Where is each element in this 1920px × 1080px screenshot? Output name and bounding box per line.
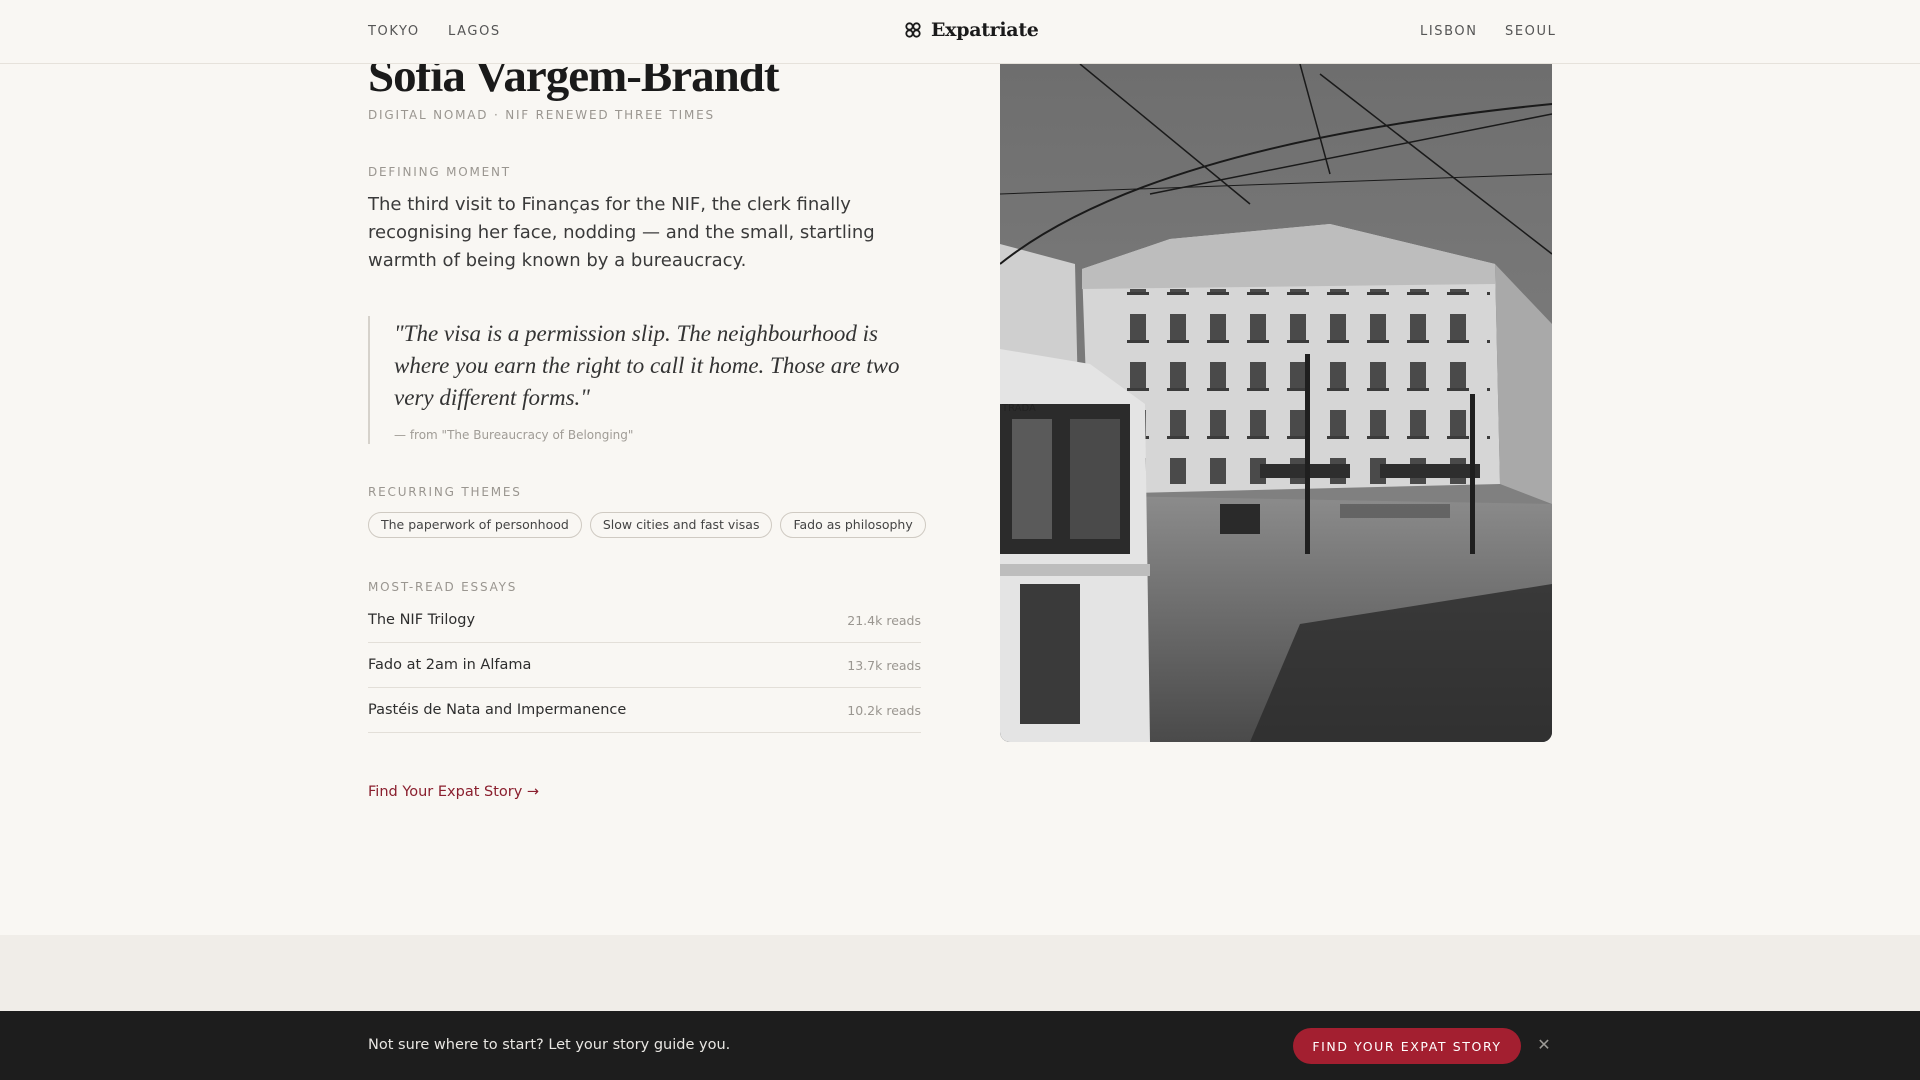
theme-tag[interactable]: The paperwork of personhood xyxy=(368,512,582,538)
themes-label: RECURRING THEMES xyxy=(368,485,522,499)
tram-sign: TRADA xyxy=(1001,403,1036,414)
profile-subtitle: DIGITAL NOMAD · NIF RENEWED THREE TIMES xyxy=(368,108,715,122)
profile-photo: TRADA xyxy=(1000,64,1552,742)
nav-link-tokyo[interactable]: TOKYO xyxy=(368,24,420,39)
defining-moment-label: DEFINING MOMENT xyxy=(368,165,511,179)
footer-band xyxy=(0,935,1920,1011)
brand-icon xyxy=(905,22,921,38)
nav-link-lagos[interactable]: LAGOS xyxy=(448,24,501,39)
lisbon-street-photo: TRADA xyxy=(1000,64,1552,742)
brand-logo[interactable]: Expatriate xyxy=(905,19,1039,41)
quote-text: "The visa is a permission slip. The neig… xyxy=(394,321,900,410)
nav-link-lisbon[interactable]: LISBON xyxy=(1420,24,1478,39)
essay-row[interactable]: The NIF Trilogy 21.4k reads xyxy=(368,598,921,643)
nav-link-seoul[interactable]: SEOUL xyxy=(1505,24,1556,39)
essay-row[interactable]: Pastéis de Nata and Impermanence 10.2k r… xyxy=(368,688,921,733)
essay-list: The NIF Trilogy 21.4k reads Fado at 2am … xyxy=(368,598,921,733)
find-expat-story-link[interactable]: Find Your Expat Story → xyxy=(368,784,539,800)
essay-title: The NIF Trilogy xyxy=(368,612,476,628)
defining-moment-text: The third visit to Finanças for the NIF,… xyxy=(368,194,875,271)
pull-quote: "The visa is a permission slip. The neig… xyxy=(368,316,921,444)
brand-name: Expatriate xyxy=(931,19,1039,41)
banner-text: Not sure where to start? Let your story … xyxy=(368,1037,731,1053)
essay-title: Fado at 2am in Alfama xyxy=(368,657,532,673)
essays-label: MOST-READ ESSAYS xyxy=(368,580,518,594)
close-icon[interactable]: ✕ xyxy=(1536,1035,1552,1055)
quote-source: — from "The Bureaucracy of Belonging" xyxy=(394,428,634,442)
essay-reads: 13.7k reads xyxy=(847,657,921,673)
theme-tag[interactable]: Slow cities and fast visas xyxy=(589,512,773,538)
essay-title: Pastéis de Nata and Impermanence xyxy=(368,702,627,718)
theme-tags: The paperwork of personhood Slow cities … xyxy=(368,512,926,538)
cta-banner: Not sure where to start? Let your story … xyxy=(0,1011,1920,1080)
essay-reads: 21.4k reads xyxy=(847,612,921,628)
essay-reads: 10.2k reads xyxy=(847,702,921,718)
site-header: TOKYO LAGOS Expatriate LISBON SEOUL xyxy=(0,0,1920,64)
essay-row[interactable]: Fado at 2am in Alfama 13.7k reads xyxy=(368,643,921,688)
theme-tag[interactable]: Fado as philosophy xyxy=(780,512,926,538)
find-expat-story-button[interactable]: FIND YOUR EXPAT STORY xyxy=(1293,1028,1521,1064)
main-content: Sofia Vargem-Brandt DIGITAL NOMAD · NIF … xyxy=(0,0,1920,935)
